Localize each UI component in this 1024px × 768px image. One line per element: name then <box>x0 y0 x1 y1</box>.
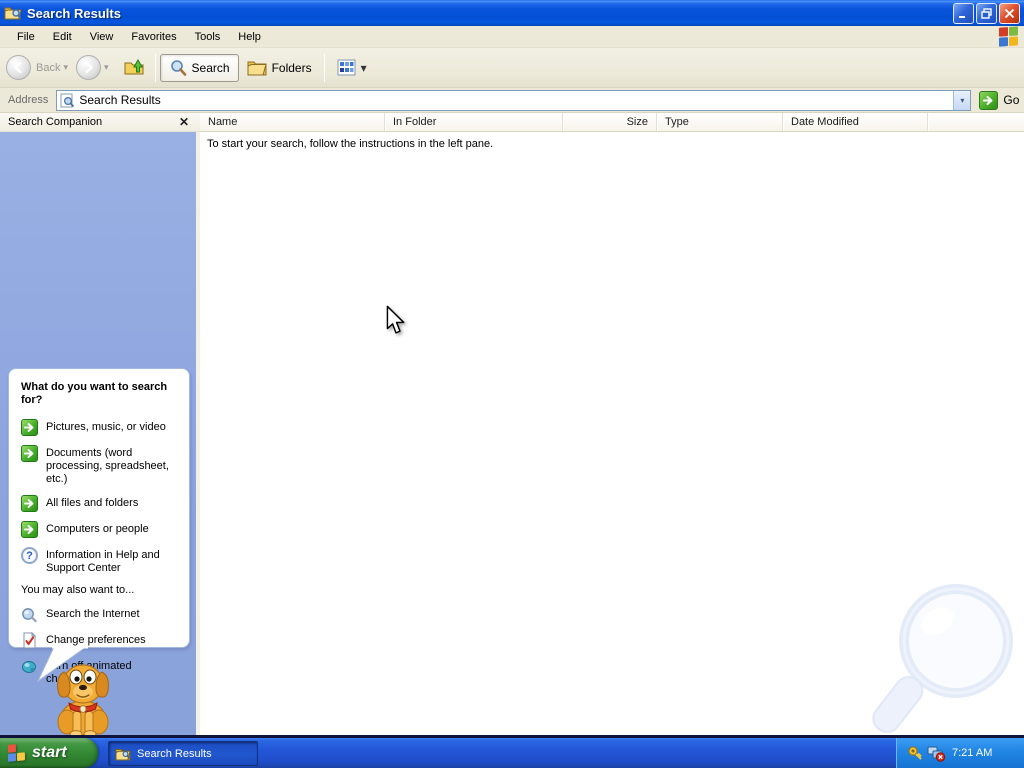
menu-file[interactable]: File <box>8 28 44 46</box>
address-search-icon <box>60 93 75 107</box>
search-icon <box>170 59 186 76</box>
column-filler <box>928 113 1024 131</box>
folders-icon <box>247 61 267 76</box>
option-label: Documents (word processing, spreadsheet,… <box>46 447 169 485</box>
magnifier-watermark <box>872 584 1013 734</box>
address-dropdown-button[interactable]: ▾ <box>953 90 971 110</box>
go-arrow-icon <box>983 95 993 105</box>
system-tray: 7:21 AM <box>896 738 1024 768</box>
search-heading: What do you want to search for? <box>21 381 168 406</box>
back-button-label: Back <box>36 61 61 74</box>
forward-button[interactable] <box>76 55 101 80</box>
back-dropdown-icon[interactable]: ▾ <box>63 62 68 73</box>
column-type[interactable]: Type <box>657 113 783 131</box>
green-arrow-icon <box>21 521 38 538</box>
desktop-screen: Search Results File Edit View Favorites <box>0 0 1024 768</box>
search-toolbar-label: Search <box>191 60 230 75</box>
forward-dropdown-icon[interactable]: ▾ <box>104 62 109 73</box>
menu-favorites[interactable]: Favorites <box>122 28 185 46</box>
toolbar-separator <box>154 53 156 82</box>
address-value: Search Results <box>79 93 161 107</box>
start-label: start <box>32 744 67 761</box>
address-bar: Address Search Results ▾ Go <box>0 88 1024 113</box>
taskbar-task-search-results[interactable]: Search Results <box>108 741 258 766</box>
green-arrow-icon <box>21 495 38 512</box>
column-headers: Name In Folder Size Type Date Modified <box>200 113 1024 132</box>
windows-logo-icon <box>999 26 1019 47</box>
start-button[interactable]: start <box>0 738 98 768</box>
search-options-bubble: What do you want to search for? Pictures… <box>8 368 190 685</box>
column-size[interactable]: Size <box>563 113 657 131</box>
taskbar-clock[interactable]: 7:21 AM <box>952 747 992 759</box>
search-folder-icon <box>4 7 22 20</box>
results-pane: Name In Folder Size Type Date Modified T… <box>200 113 1024 735</box>
option-help-center[interactable]: ? Information in Help and Support Center <box>21 547 179 575</box>
network-status-icon[interactable] <box>927 745 946 762</box>
views-icon <box>337 59 356 76</box>
address-input[interactable]: Search Results ▾ <box>56 89 972 111</box>
task-search-folder-icon <box>115 748 131 760</box>
views-button[interactable]: ▾ <box>329 55 375 80</box>
task-label: Search Results <box>137 747 212 760</box>
title-bar: Search Results <box>0 0 1024 26</box>
views-dropdown-icon[interactable]: ▾ <box>361 61 367 75</box>
up-folder-button[interactable] <box>123 55 145 80</box>
option-label: Computers or people <box>46 523 149 535</box>
option-label: Change preferences <box>46 634 146 646</box>
close-button[interactable] <box>999 3 1020 24</box>
option-all-files[interactable]: All files and folders <box>21 495 179 512</box>
menu-view[interactable]: View <box>81 28 123 46</box>
minimize-button[interactable] <box>953 3 974 24</box>
restore-button[interactable] <box>976 3 997 24</box>
option-documents[interactable]: Documents (word processing, spreadsheet,… <box>21 445 179 486</box>
folders-toolbar-label: Folders <box>271 60 312 75</box>
taskbar: start Search Results The Collection Book <box>0 738 1024 768</box>
chevron-down-icon: ▾ <box>960 95 965 105</box>
search-companion-body: What do you want to search for? Pictures… <box>0 132 200 738</box>
folders-toolbar-button[interactable]: Folders <box>239 55 320 80</box>
secondary-heading: You may also want to... <box>21 584 135 596</box>
rover-dog-character[interactable] <box>40 656 126 738</box>
toolbar-separator <box>323 53 325 82</box>
option-label: Search the Internet <box>46 608 140 620</box>
option-pictures[interactable]: Pictures, music, or video <box>21 419 179 436</box>
search-toolbar-button[interactable]: Search <box>159 53 239 82</box>
column-in-folder[interactable]: In Folder <box>385 113 563 131</box>
close-pane-icon[interactable]: ✕ <box>176 115 192 129</box>
window-title: Search Results <box>27 5 121 21</box>
green-arrow-icon <box>21 419 38 436</box>
menu-edit[interactable]: Edit <box>44 28 81 46</box>
menu-bar: File Edit View Favorites Tools Help <box>0 26 1024 48</box>
search-companion-pane: Search Companion ✕ What do you want to s… <box>0 113 200 738</box>
up-folder-icon <box>124 58 144 75</box>
menu-help[interactable]: Help <box>229 28 270 46</box>
option-label: Pictures, music, or video <box>46 421 166 433</box>
menu-tools[interactable]: Tools <box>186 28 230 46</box>
option-label: All files and folders <box>46 497 139 509</box>
window-content: Search Companion ✕ What do you want to s… <box>0 113 1024 738</box>
column-name[interactable]: Name <box>200 113 385 131</box>
option-search-internet[interactable]: Search the Internet <box>21 606 179 623</box>
option-label: Information in Help and Support Center <box>46 549 160 574</box>
address-label: Address <box>8 94 49 106</box>
tray-security-key-icon[interactable] <box>907 745 924 762</box>
go-button[interactable] <box>979 90 999 110</box>
back-button[interactable] <box>6 55 31 80</box>
empty-results-message: To start your search, follow the instruc… <box>207 138 494 150</box>
column-date-modified[interactable]: Date Modified <box>783 113 928 131</box>
windows-flag-icon <box>8 743 26 763</box>
internet-search-icon <box>22 608 37 623</box>
go-label[interactable]: Go <box>1003 93 1019 107</box>
toolbar: Back ▾ ▾ Search Folders ▾ <box>0 48 1024 88</box>
search-companion-title: Search Companion <box>8 116 103 128</box>
option-computers[interactable]: Computers or people <box>21 521 179 538</box>
help-circle-icon: ? <box>21 547 38 564</box>
green-arrow-icon <box>21 445 38 462</box>
search-companion-header: Search Companion ✕ <box>0 113 200 132</box>
